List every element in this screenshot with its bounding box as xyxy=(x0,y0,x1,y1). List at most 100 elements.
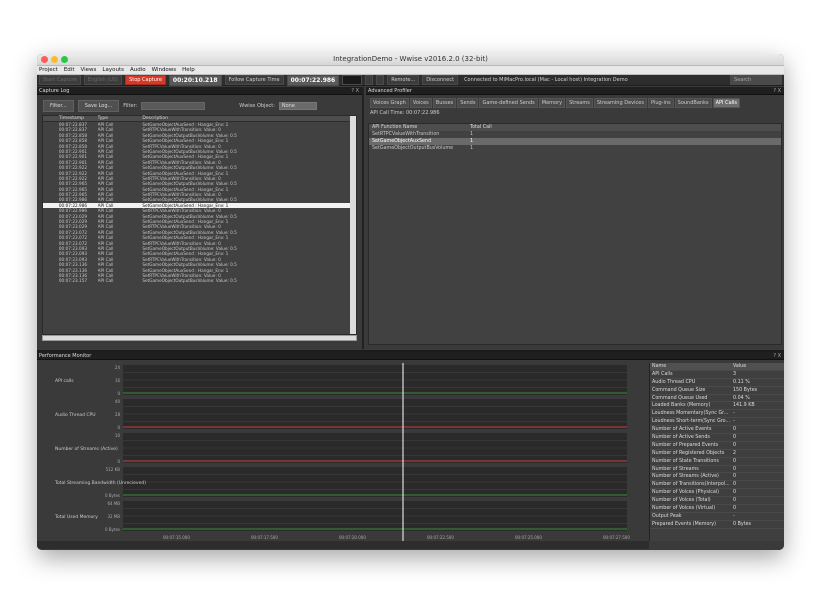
value-row[interactable]: Number of Active Events 0 xyxy=(650,426,784,435)
table-cell: Number of Voices (Virtual) xyxy=(652,506,716,512)
axis-tick-label: 40 xyxy=(115,399,121,404)
menu-item[interactable]: Windows xyxy=(152,67,177,73)
panel-controls[interactable]: ? X xyxy=(773,352,781,360)
table-row[interactable]: SetRTPCValueWithTransition 1 xyxy=(369,131,781,138)
vertical-scrollbar[interactable] xyxy=(350,116,356,334)
tab-busses[interactable]: Busses xyxy=(432,98,457,108)
menu-item[interactable]: Edit xyxy=(64,67,75,73)
value-row[interactable]: Number of Active Sends 0 xyxy=(650,434,784,442)
follow-capture-time-button[interactable]: Follow Capture Time xyxy=(224,75,284,85)
panel-controls[interactable]: ? X xyxy=(773,87,781,95)
tab-voices-graph[interactable]: Voices Graph xyxy=(370,98,409,108)
table-cell: 0.11 % xyxy=(733,379,750,385)
transport-icon[interactable] xyxy=(365,75,374,85)
menu-item[interactable]: Layouts xyxy=(102,67,124,73)
table-cell: SetGameObjectAuxSend xyxy=(372,139,432,144)
table-cell: - xyxy=(733,419,735,425)
column-header[interactable]: Timestamp xyxy=(59,116,98,121)
transport-icon-2[interactable] xyxy=(376,75,385,85)
stop-capture-button[interactable]: Stop Capture xyxy=(125,75,166,85)
table-cell: - xyxy=(733,513,735,519)
performance-title: Performance Monitor xyxy=(39,353,92,359)
table-cell: 0 xyxy=(733,435,737,441)
value-row[interactable]: Number of Voices (Total) 0 xyxy=(650,497,784,506)
layout-icon[interactable] xyxy=(342,75,363,85)
tab-plug-ins[interactable]: Plug-ins xyxy=(647,98,674,108)
window-title: IntegrationDemo - Wwise v2016.2.0 (32-bi… xyxy=(333,55,488,63)
table-row[interactable]: SetGameObjectOutputBusVolume 1 xyxy=(369,145,781,152)
column-header[interactable]: Description xyxy=(142,116,356,121)
axis-tick-label: 10 xyxy=(115,433,121,438)
table-cell: Audio Thread CPU xyxy=(652,379,696,385)
panel-controls[interactable]: ? X xyxy=(351,87,359,95)
value-row[interactable]: Number of Prepared Events 0 xyxy=(650,442,784,450)
value-row[interactable]: Loudness Short-term(Sync Gro... - xyxy=(650,418,784,427)
filter-label: Filter: xyxy=(123,103,138,109)
profiler-tabs: Voices Graph Voices Busses Sends Game-define… xyxy=(366,95,784,108)
menu-item[interactable]: Audio xyxy=(130,67,146,73)
time-tick-label: 00:07:17.500 xyxy=(251,535,278,540)
value-row[interactable]: Loudness Momentary(Sync Gr... - xyxy=(650,410,784,419)
tab-memory[interactable]: Memory xyxy=(538,98,566,108)
language-select[interactable]: English (US) xyxy=(83,75,123,85)
column-header[interactable]: Name xyxy=(650,363,733,370)
axis-tick-label: 0 Bytes xyxy=(105,527,120,532)
menu-bar: Project Edit Views Layouts Audio Windows Help xyxy=(37,66,784,75)
menu-item[interactable]: Views xyxy=(80,67,96,73)
value-row[interactable]: Command Queue Size 150 Bytes xyxy=(650,387,784,395)
connection-status: Connected to MiMacPro.local (Mac - Local… xyxy=(464,77,628,83)
table-row[interactable]: SetGameObjectAuxSend 1 xyxy=(369,138,781,145)
profiler-header: Advanced Profiler ? X xyxy=(366,87,784,95)
horizontal-scrollbar[interactable] xyxy=(42,335,357,341)
tab-streams[interactable]: Streams xyxy=(566,98,593,108)
table-cell: SetGameObjectOutputBusVolume xyxy=(372,146,454,151)
tab-api-calls[interactable]: API Calls xyxy=(712,98,741,108)
tab-sends[interactable]: Sends xyxy=(457,98,479,108)
wwise-object-select[interactable]: None xyxy=(278,102,317,110)
graph-label: Total Used Memory xyxy=(54,514,98,520)
tab-soundbanks[interactable]: SoundBanks xyxy=(674,98,712,108)
table-row[interactable]: 00:07:23.157 API Call SetGameObjectOutputB… xyxy=(43,278,356,283)
remote-button[interactable]: Remote... xyxy=(387,75,420,85)
value-row[interactable]: Number of Registered Objects 2 xyxy=(650,450,784,458)
table-cell: Number of Transitions(Interpol... xyxy=(652,482,730,488)
value-row[interactable]: Number of Voices (Physical) 0 xyxy=(650,489,784,498)
column-header[interactable]: API Function Name xyxy=(369,124,467,131)
tab-game-defined-sends[interactable]: Game-defined Sends xyxy=(479,98,538,108)
tab-streaming-devices[interactable]: Streaming Devices xyxy=(593,98,647,108)
value-row[interactable]: Command Queue Used 0.04 % xyxy=(650,395,784,403)
api-calls-table: API Function Name Total Call SetRTPCValu… xyxy=(368,123,782,345)
value-row[interactable]: Loaded Banks (Memory) 141.9 KB xyxy=(650,402,784,411)
wwise-object-label: Wwise Object: xyxy=(239,103,275,109)
axis-tick-label: 64 MB xyxy=(107,501,120,506)
disconnect-button[interactable]: Disconnect xyxy=(422,75,459,85)
time-tick-label: 00:07:15.000 xyxy=(163,535,190,540)
search-input[interactable]: Search xyxy=(730,75,782,85)
value-row[interactable]: API Calls 3 xyxy=(650,371,784,379)
value-row[interactable]: Output Peak - xyxy=(650,513,784,521)
table-cell: 0 xyxy=(733,506,737,512)
column-header[interactable]: Total Call xyxy=(467,124,667,131)
column-header[interactable]: Type xyxy=(98,116,143,121)
table-cell: 00:07:23.157 xyxy=(58,278,88,284)
table-cell: Loudness Short-term(Sync Gro... xyxy=(652,419,731,425)
menu-item[interactable]: Project xyxy=(39,67,58,73)
tab-voices[interactable]: Voices xyxy=(409,98,432,108)
value-row[interactable]: Number of Voices (Virtual) 0 xyxy=(650,505,784,513)
value-row[interactable]: Audio Thread CPU 0.11 % xyxy=(650,379,784,387)
value-row[interactable]: Number of Transitions(Interpol... 0 xyxy=(650,481,784,490)
menu-item[interactable]: Help xyxy=(182,67,195,73)
value-row[interactable]: Number of Streams (Active) 0 xyxy=(650,473,784,482)
filter-button[interactable]: Filter... xyxy=(43,100,74,112)
value-row[interactable]: Prepared Events (Memory) 0 Bytes xyxy=(650,521,784,529)
axis-tick-label: 24 xyxy=(115,365,121,370)
performance-graphs[interactable]: API calls 24 16 0 Audio Thread CPU 40 28 0 Numbe… xyxy=(37,363,649,541)
value-row[interactable]: Number of Streams 0 xyxy=(650,466,784,474)
start-capture-button[interactable]: Start Capture xyxy=(39,75,81,85)
column-header[interactable]: Value xyxy=(733,363,773,370)
capture-log-header: Capture Log ? X xyxy=(37,87,362,95)
save-log-button[interactable]: Save Log... xyxy=(77,100,120,112)
timeline-scrollbar[interactable] xyxy=(37,541,649,549)
filter-input[interactable] xyxy=(141,102,206,110)
value-row[interactable]: Number of State Transitions 0 xyxy=(650,458,784,466)
